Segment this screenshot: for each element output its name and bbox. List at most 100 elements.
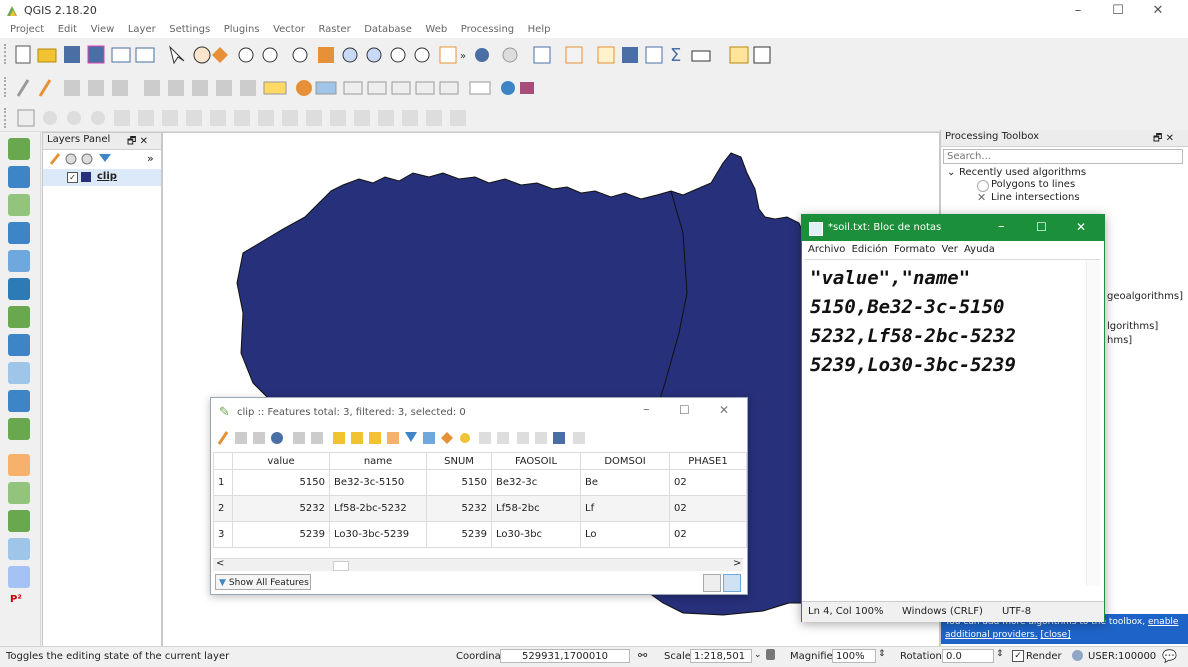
new-spatialite-layer-icon[interactable] [8,482,30,504]
notepad-close-button[interactable]: ✕ [1076,220,1086,234]
cell-name[interactable]: Lo30-3bc-5239 [329,521,427,548]
layer-row-clip[interactable]: ✓ clip [43,169,161,186]
table-row[interactable]: 1 5150 Be32-3c-5150 5150 Be32-3c Be 02 [213,469,747,496]
form-view-icon[interactable] [723,574,741,592]
notepad-menu-edicion[interactable]: Edición [852,244,888,255]
table-row[interactable]: 2 5232 Lf58-2bc-5232 5232 Lf58-2bc Lf 02 [213,495,747,522]
tree-item-partial-1[interactable]: geoalgorithms] [1107,291,1183,302]
cell-faosoil[interactable]: Lf58-2bc [491,495,581,522]
tree-group-recent[interactable]: Recently used algorithms [959,167,1086,178]
layer-visibility-checkbox[interactable]: ✓ [67,172,78,183]
notepad-maximize-button[interactable]: ☐ [1036,220,1047,234]
cell-phase1[interactable]: 02 [669,469,747,496]
coordinate-field[interactable]: 529931,1700010 [500,649,630,663]
toolbox-search-input[interactable] [943,149,1183,164]
cell-faosoil[interactable]: Lo30-3bc [491,521,581,548]
table-view-icon[interactable] [703,574,721,592]
toolbar-grip[interactable] [4,77,10,97]
column-header-name[interactable]: name [329,452,427,470]
notepad-minimize-button[interactable]: – [998,219,1005,234]
add-raster-layer-icon[interactable] [8,166,30,188]
menu-view[interactable]: View [91,22,115,38]
scale-combobox[interactable]: 1:218,501 [690,649,752,663]
spinner-icon[interactable]: ⇕ [996,649,1004,659]
render-checkbox[interactable]: ✓ [1012,650,1024,662]
tree-item-polygons-to-lines[interactable]: Polygons to lines [991,179,1075,190]
add-delimited-text-icon[interactable] [8,194,30,216]
add-wcs-icon[interactable] [8,306,30,328]
attr-close-button[interactable]: ✕ [719,403,729,417]
column-header-phase1[interactable]: PHASE1 [669,452,747,470]
extents-toggle-icon[interactable]: ⚯ [638,649,647,662]
menu-edit[interactable]: Edit [58,22,77,38]
notepad-menu-formato[interactable]: Formato [894,244,935,255]
close-button[interactable]: ✕ [1138,0,1178,22]
layers-toolbar-icons[interactable] [49,152,129,166]
column-header-snum[interactable]: SNUM [426,452,492,470]
cell-snum[interactable]: 5239 [426,521,492,548]
menu-processing[interactable]: Processing [461,22,514,38]
tree-item-partial-2[interactable]: lgorithms] [1107,321,1158,332]
tree-item-partial-3[interactable]: hms] [1107,335,1132,346]
globe-icon[interactable] [1072,650,1083,661]
tree-item-line-intersections[interactable]: Line intersections [991,192,1080,203]
add-postgis-icon[interactable] [8,222,30,244]
cell-snum[interactable]: 5150 [426,469,492,496]
cell-value[interactable]: 5150 [232,469,330,496]
notepad-menu-ver[interactable]: Ver [942,244,958,255]
new-temporary-layer-icon[interactable] [8,538,30,560]
menu-web[interactable]: Web [425,22,447,38]
p2-plugin-icon[interactable]: P² [10,594,22,605]
cell-domsoi[interactable]: Lo [580,521,670,548]
crs-label[interactable]: USER:100000 [1088,651,1156,662]
layers-more-icon[interactable]: » [147,152,154,165]
add-vector-layer-icon[interactable] [8,138,30,160]
cell-phase1[interactable]: 02 [669,521,747,548]
column-header-value[interactable]: value [232,452,330,470]
column-header-domsoi[interactable]: DOMSOI [580,452,670,470]
maximize-button[interactable]: ☐ [1098,0,1138,22]
menu-layer[interactable]: Layer [128,22,156,38]
add-mssql-icon[interactable] [8,362,30,384]
notepad-menu-ayuda[interactable]: Ayuda [964,244,995,255]
attr-toolbar-icons[interactable] [217,430,737,446]
attr-maximize-button[interactable]: ☐ [679,403,690,417]
new-shapefile-icon[interactable] [8,454,30,476]
rotation-field[interactable]: 0.0 [942,649,994,663]
show-all-features-button[interactable]: ▼ Show All Features [215,574,311,590]
menu-plugins[interactable]: Plugins [224,22,260,38]
minimize-button[interactable]: – [1058,0,1098,22]
cell-faosoil[interactable]: Be32-3c [491,469,581,496]
add-virtual-layer-icon[interactable] [8,418,30,440]
scroll-left-arrow[interactable]: < [216,558,224,569]
attr-minimize-button[interactable]: – [643,402,650,417]
cell-name[interactable]: Be32-3c-5150 [329,469,427,496]
scroll-right-arrow[interactable]: > [733,558,741,569]
vertical-scrollbar[interactable] [1086,260,1100,586]
table-row[interactable]: 3 5239 Lo30-3bc-5239 5239 Lo30-3bc Lo 02 [213,521,747,548]
notepad-text-area[interactable]: "value","name" 5150,Be32-3c-5150 5232,Lf… [804,259,1100,602]
column-header-faosoil[interactable]: FAOSOIL [491,452,581,470]
add-wms-icon[interactable] [8,278,30,300]
lock-scale-icon[interactable] [766,649,775,660]
banner-close-link[interactable]: [close] [1040,630,1070,640]
notepad-menu-archivo[interactable]: Archivo [808,244,845,255]
horizontal-scrollbar[interactable]: < > [213,558,743,571]
menu-help[interactable]: Help [528,22,551,38]
new-geopackage-icon[interactable] [8,510,30,532]
cell-snum[interactable]: 5232 [426,495,492,522]
row-number[interactable]: 3 [213,521,233,548]
cell-name[interactable]: Lf58-2bc-5232 [329,495,427,522]
menu-database[interactable]: Database [364,22,412,38]
spinner-icon[interactable]: ⇕ [878,649,886,659]
cell-value[interactable]: 5232 [232,495,330,522]
toolbox-dock-close-icons[interactable]: 🗗 ✕ [1153,131,1174,148]
magnifier-field[interactable]: 100% [832,649,876,663]
cell-phase1[interactable]: 02 [669,495,747,522]
cell-domsoi[interactable]: Be [580,469,670,496]
menu-settings[interactable]: Settings [169,22,210,38]
row-number[interactable]: 1 [213,469,233,496]
cell-domsoi[interactable]: Lf [580,495,670,522]
geoprocessing-icon[interactable] [8,566,30,588]
toolbar-grip[interactable] [4,108,10,128]
